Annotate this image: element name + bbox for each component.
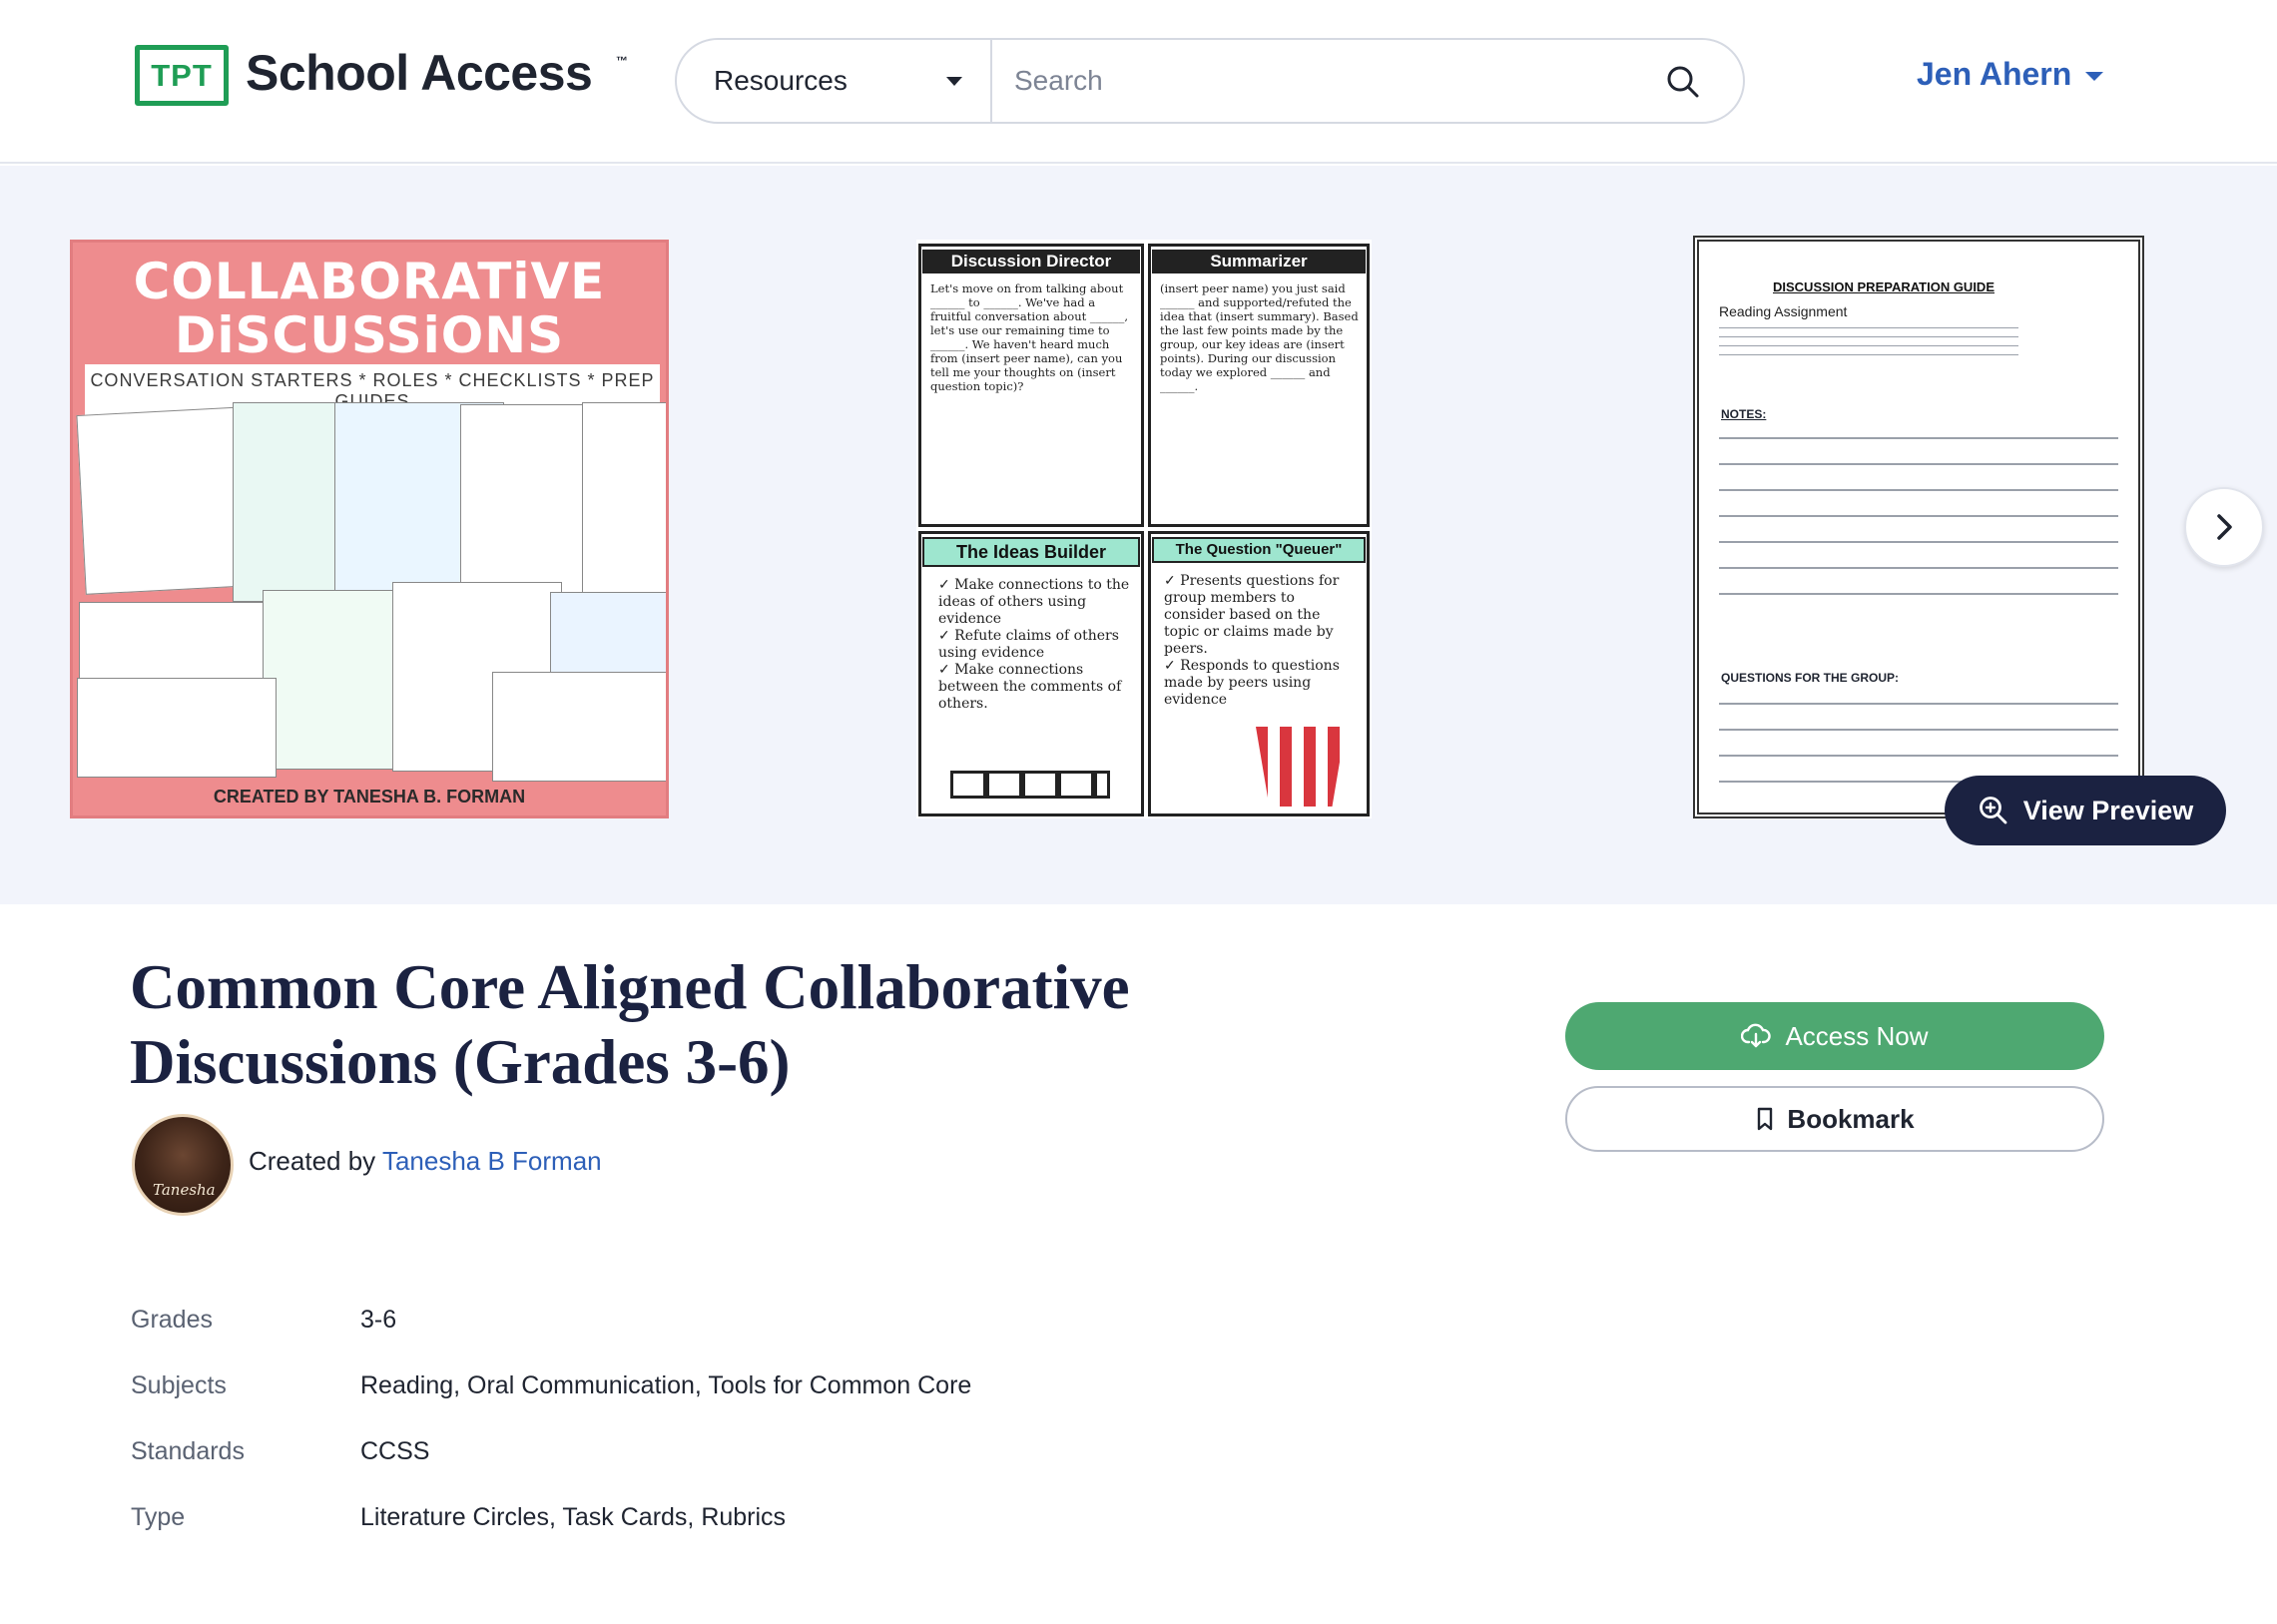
role-card-text: ✓ Make connections to the ideas of other… [938, 577, 1130, 712]
role-card-text: (insert peer name) you just said ______ … [1160, 281, 1359, 393]
detail-value: 3-6 [360, 1306, 397, 1334]
role-card-title: The Question "Queuer" [1152, 537, 1366, 563]
trademark-mark: ™ [616, 54, 628, 68]
cover-collage-page [492, 672, 666, 782]
cover-title-line2: DiSCUSSiONS [174, 306, 565, 364]
tpt-logo-badge[interactable]: TPT [135, 45, 229, 106]
preview-thumbnail-prep-guide[interactable]: DISCUSSION PREPARATION GUIDE Reading Ass… [1693, 236, 2144, 818]
prep-guide-questions-label: QUESTIONS FOR THE GROUP: [1721, 671, 1900, 685]
preview-gallery: COLLABORATiVE DiSCUSSiONS CONVERSATION S… [0, 166, 2277, 904]
author-link[interactable]: Tanesha B Forman [382, 1146, 602, 1176]
detail-value[interactable]: Reading, Oral Communication, Tools for C… [360, 1371, 971, 1400]
role-card-text: ✓ Presents questions for group members t… [1164, 573, 1340, 708]
cover-collage-page [77, 678, 277, 778]
role-card-title: Discussion Director [922, 250, 1140, 273]
detail-key: Subjects [131, 1371, 227, 1399]
role-card-title: The Ideas Builder [922, 537, 1140, 567]
prep-guide-notes-label: NOTES: [1721, 407, 1767, 421]
avatar-signature: Tanesha [153, 1181, 216, 1199]
prep-guide-reading-assignment: Reading Assignment [1719, 303, 1848, 319]
cover-credit: CREATED BY TANESHA B. FORMAN [213, 787, 526, 807]
author-avatar[interactable]: Tanesha [132, 1114, 234, 1216]
detail-value[interactable]: Literature Circles, Task Cards, Rubrics [360, 1503, 786, 1532]
detail-key: Type [131, 1503, 186, 1531]
view-preview-button[interactable]: View Preview [1945, 776, 2226, 845]
detail-key: Grades [131, 1306, 213, 1334]
user-name: Jen Ahern [1917, 56, 2072, 92]
logo-badge-text: TPT [151, 57, 213, 93]
bookmark-label: Bookmark [1787, 1103, 1915, 1134]
access-now-label: Access Now [1785, 1020, 1929, 1051]
cloud-download-icon [1741, 1023, 1772, 1048]
film-strip-icon [950, 771, 1110, 799]
prep-guide-bullets [1719, 327, 2018, 363]
user-menu[interactable]: Jen Ahern [1917, 56, 2104, 93]
cover-collage-page [582, 402, 666, 602]
role-card-title: Summarizer [1152, 250, 1366, 273]
search-input[interactable] [1014, 54, 1653, 108]
search-bar: Resources [675, 38, 1745, 124]
popcorn-icon [1256, 727, 1346, 807]
cover-title: COLLABORATiVE DiSCUSSiONS [73, 255, 666, 362]
prep-guide-notes-lines [1719, 437, 2118, 619]
chevron-right-icon [2217, 514, 2232, 540]
created-by-label: Created by [249, 1146, 376, 1176]
top-header: TPT School Access ™ Resources Jen Ahern [0, 0, 2277, 164]
gallery-next-button[interactable] [2184, 487, 2264, 567]
preview-thumbnail-role-cards[interactable]: Discussion Director Let's move on from t… [916, 240, 1372, 818]
detail-key: Standards [131, 1437, 245, 1465]
author-line: Created by Tanesha B Forman [249, 1146, 602, 1177]
school-access-logo-text[interactable]: School Access [246, 44, 593, 102]
view-preview-label: View Preview [2022, 795, 2194, 825]
preview-thumbnail-cover[interactable]: COLLABORATiVE DiSCUSSiONS CONVERSATION S… [70, 240, 669, 818]
bookmark-button[interactable]: Bookmark [1565, 1086, 2104, 1152]
resources-dropdown[interactable]: Resources [677, 40, 992, 122]
access-now-button[interactable]: Access Now [1565, 1002, 2104, 1070]
search-icon[interactable] [1663, 62, 1703, 102]
product-title: Common Core Aligned Collaborative Discus… [130, 952, 1130, 1097]
bookmark-icon [1758, 1107, 1773, 1131]
zoom-in-icon [1979, 797, 2007, 824]
chevron-down-icon [946, 77, 962, 86]
cover-title-line1: COLLABORATiVE [133, 253, 606, 310]
prep-guide-title: DISCUSSION PREPARATION GUIDE [1773, 279, 1994, 294]
chevron-down-icon [2085, 72, 2104, 81]
resources-dropdown-label: Resources [714, 65, 848, 96]
cover-collage-page [263, 590, 412, 770]
role-card-text: Let's move on from talking about ______ … [930, 281, 1129, 393]
detail-value[interactable]: CCSS [360, 1437, 429, 1466]
